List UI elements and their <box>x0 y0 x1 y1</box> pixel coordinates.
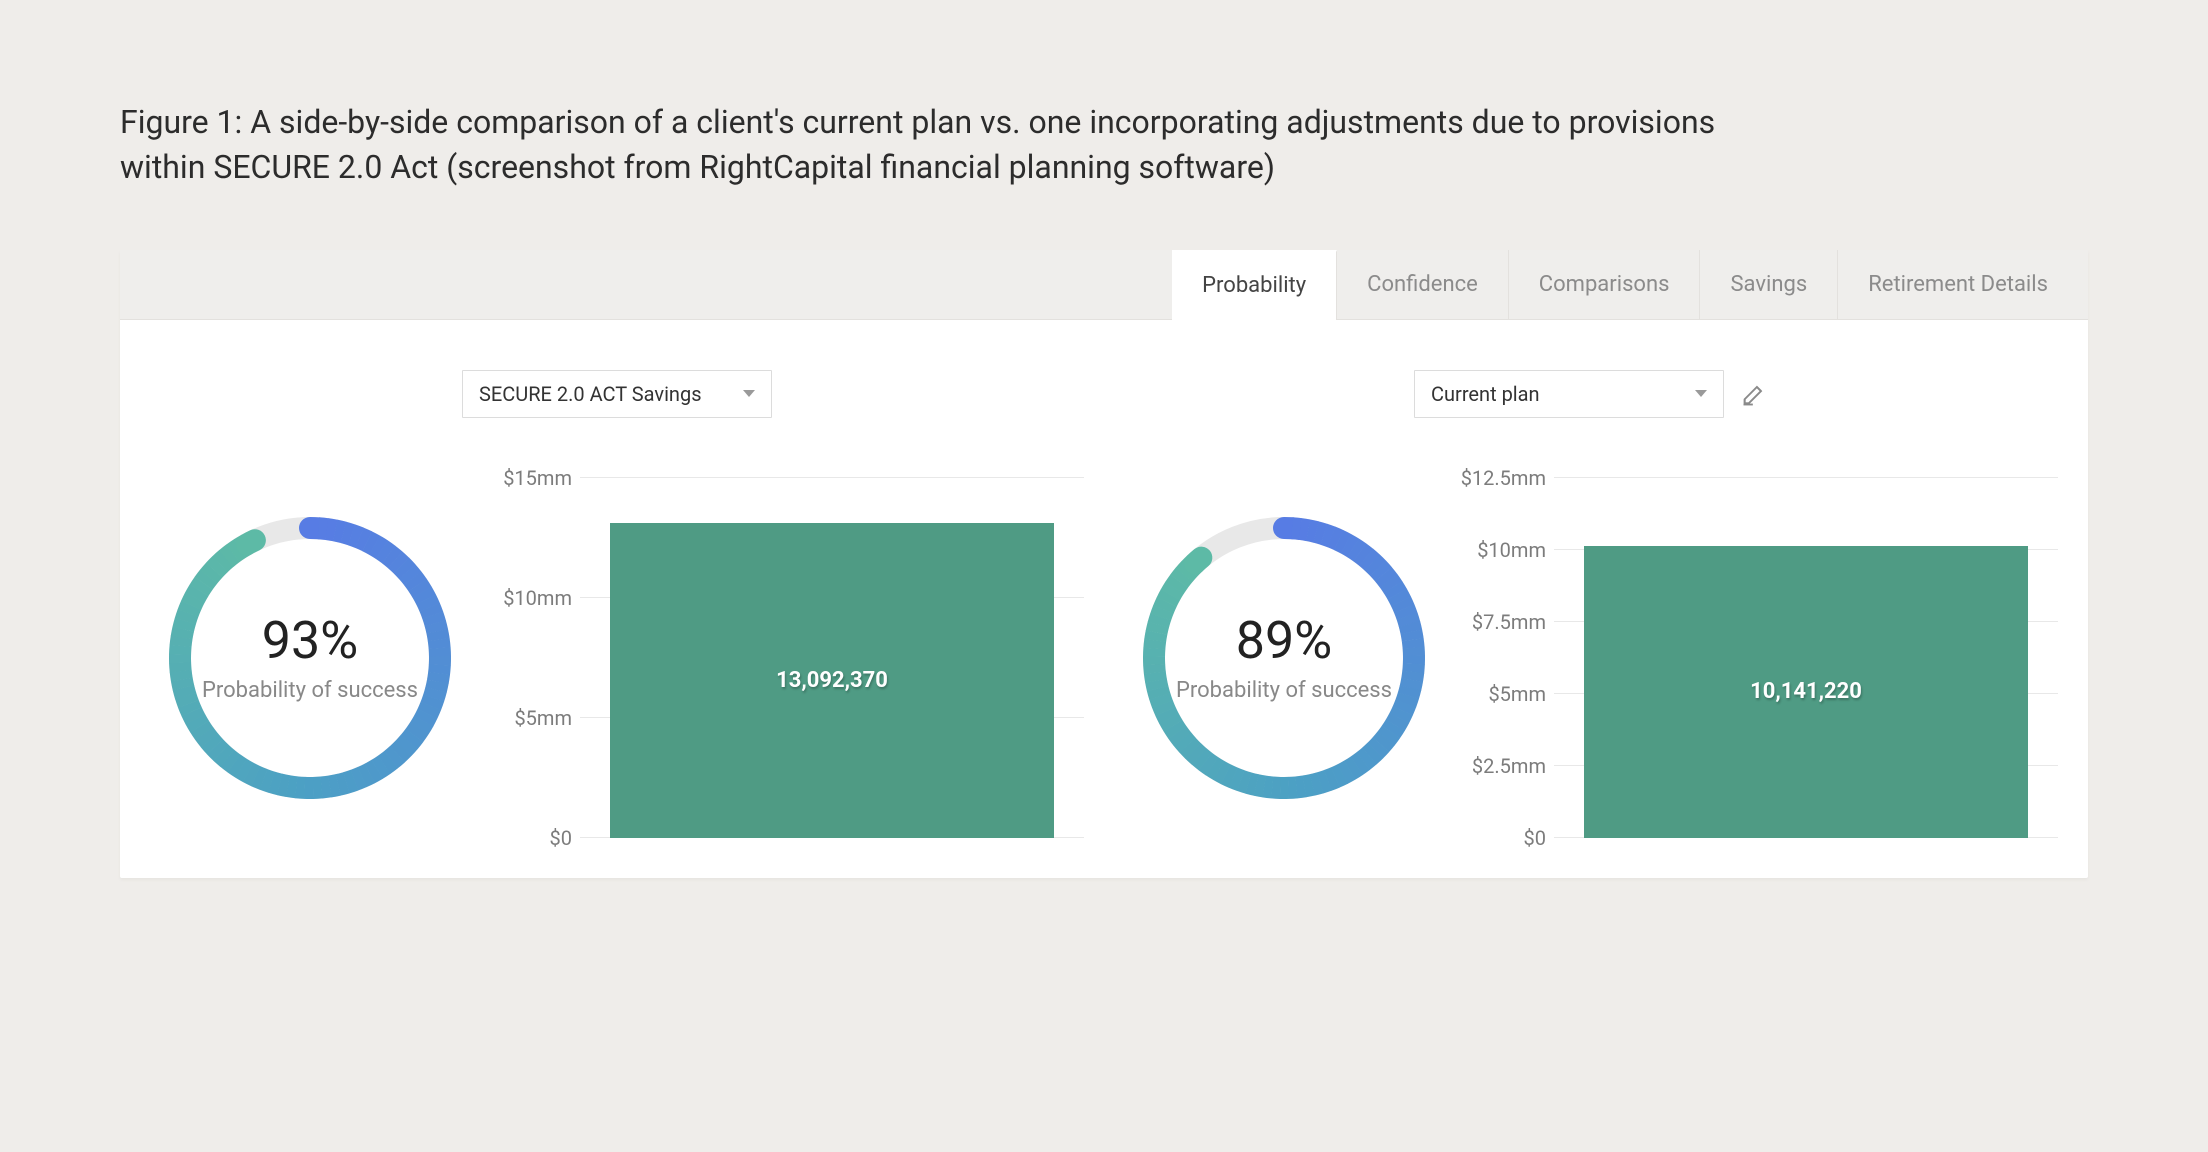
tab-bar: ProbabilityConfidenceComparisonsSavingsR… <box>120 250 2088 320</box>
gauge-wrap: 93% Probability of success <box>150 508 470 808</box>
tab-savings[interactable]: Savings <box>1700 250 1838 319</box>
gauge-wrap: 89% Probability of success <box>1124 508 1444 808</box>
axis-tick: $7.5mm <box>1472 610 1546 634</box>
axis-tick: $5mm <box>514 706 572 730</box>
gauge-label: 89% Probability of success <box>1134 508 1434 808</box>
bar-chart: $15mm$10mm$5mm$013,092,370 <box>470 478 1084 838</box>
tab-probability[interactable]: Probability <box>1172 250 1337 320</box>
panel-content: 89%Probability of success$12.5mm$10mm$7.… <box>1124 478 2058 838</box>
figure-caption: Figure 1: A side-by-side comparison of a… <box>120 100 1800 190</box>
axis-tick: $12.5mm <box>1461 466 1546 490</box>
probability-gauge: 89% Probability of success <box>1134 508 1434 808</box>
plan-selector-label: Current plan <box>1431 382 1540 406</box>
axis-tick: $10mm <box>503 586 572 610</box>
gauge-percent: 93% <box>262 610 359 671</box>
asset-bar: 10,141,220 <box>1584 546 2028 838</box>
bar-chart: $12.5mm$10mm$7.5mm$5mm$2.5mm$010,141,220 <box>1444 478 2058 838</box>
gridline <box>1554 477 2058 478</box>
axis-tick: $0 <box>550 826 572 850</box>
gauge-label: 93% Probability of success <box>160 508 460 808</box>
chevron-down-icon <box>743 390 755 397</box>
gauge-percent: 89% <box>1236 610 1333 671</box>
plan-selector-label: SECURE 2.0 ACT Savings <box>479 382 702 406</box>
y-axis: $12.5mm$10mm$7.5mm$5mm$2.5mm$0 <box>1444 478 1554 838</box>
gauge-subtitle: Probability of success <box>202 677 418 706</box>
panel-content: 93%Probability of success$15mm$10mm$5mm$… <box>150 478 1084 838</box>
axis-tick: $10mm <box>1477 538 1546 562</box>
gridline <box>580 477 1084 478</box>
asset-bar: 13,092,370 <box>610 523 1054 837</box>
probability-gauge: 93% Probability of success <box>160 508 460 808</box>
tab-comparisons[interactable]: Comparisons <box>1509 250 1701 319</box>
panel-secure20: SECURE 2.0 ACT Savings 93% Probability of … <box>150 370 1084 838</box>
plan-selector[interactable]: SECURE 2.0 ACT Savings <box>462 370 772 418</box>
axis-tick: $2.5mm <box>1472 754 1546 778</box>
card-body: SECURE 2.0 ACT Savings 93% Probability of … <box>120 320 2088 878</box>
plan-selector[interactable]: Current plan <box>1414 370 1724 418</box>
panel-header: SECURE 2.0 ACT Savings <box>150 370 1084 418</box>
tab-confidence[interactable]: Confidence <box>1337 250 1509 319</box>
bar-value-label: 13,092,370 <box>776 668 888 693</box>
axis-tick: $15mm <box>503 466 572 490</box>
tab-retirement-details[interactable]: Retirement Details <box>1838 250 2078 319</box>
chevron-down-icon <box>1695 390 1707 397</box>
edit-icon[interactable] <box>1740 380 1768 408</box>
plot-area: 10,141,220 <box>1554 478 2058 838</box>
axis-tick: $0 <box>1524 826 1546 850</box>
gauge-subtitle: Probability of success <box>1176 677 1392 706</box>
comparison-card: ProbabilityConfidenceComparisonsSavingsR… <box>120 250 2088 878</box>
axis-tick: $5mm <box>1488 682 1546 706</box>
y-axis: $15mm$10mm$5mm$0 <box>470 478 580 838</box>
plot-area: 13,092,370 <box>580 478 1084 838</box>
panel-current: Current plan 89% Probability of success $12… <box>1124 370 2058 838</box>
panel-header: Current plan <box>1124 370 2058 418</box>
bar-value-label: 10,141,220 <box>1750 679 1862 704</box>
